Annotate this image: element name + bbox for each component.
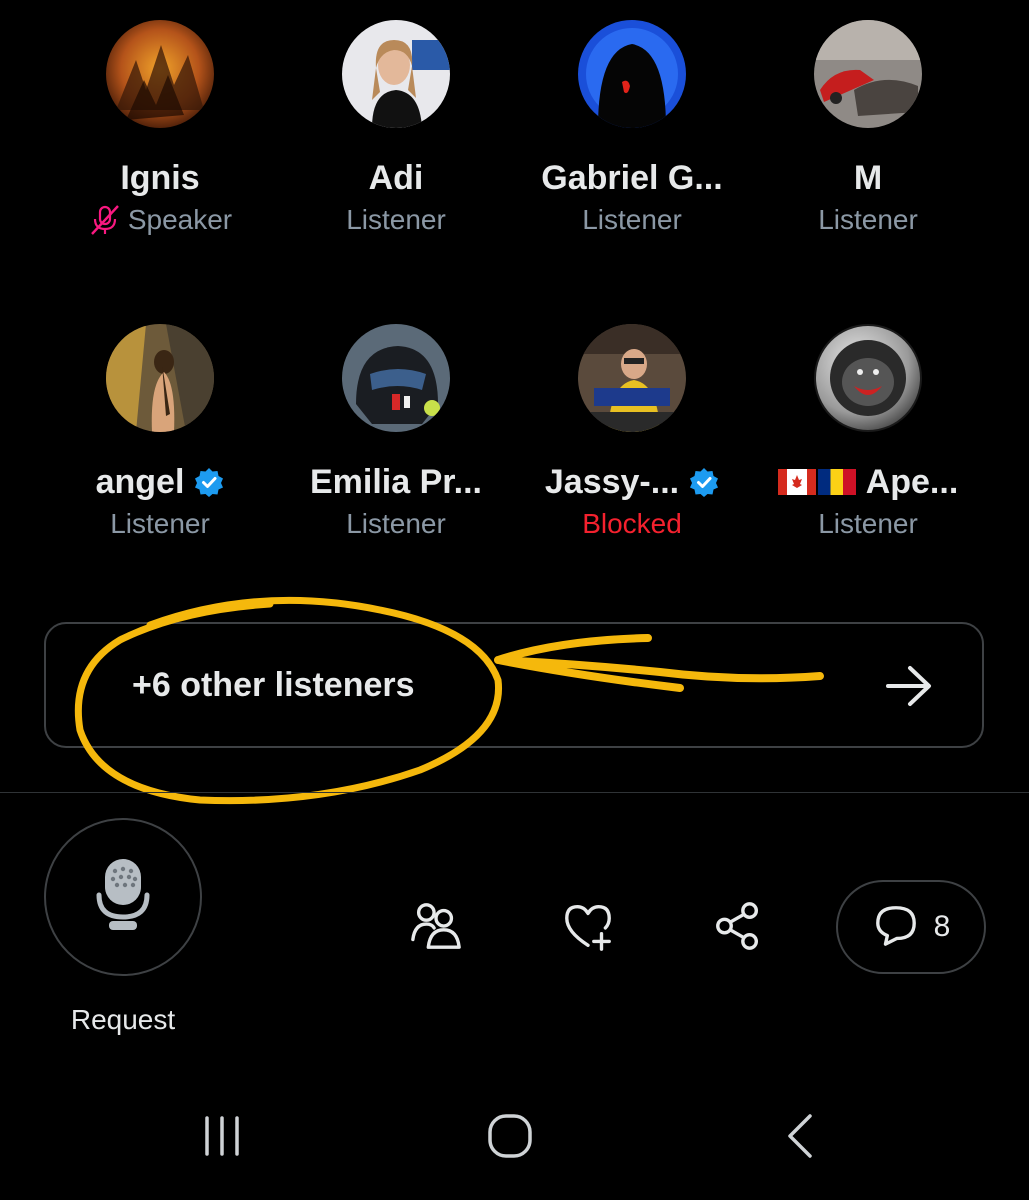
avatar[interactable] bbox=[814, 324, 922, 432]
avatar-image bbox=[342, 324, 450, 432]
participant-adi[interactable]: Adi Listener bbox=[278, 20, 514, 238]
verified-badge-icon bbox=[194, 467, 224, 497]
avatar-image bbox=[578, 20, 686, 128]
verified-badge-icon bbox=[689, 467, 719, 497]
participant-name: Adi bbox=[368, 158, 424, 197]
avatar-image bbox=[342, 20, 450, 128]
recents-icon bbox=[199, 1114, 245, 1163]
participant-name: Jassy-... bbox=[514, 462, 750, 502]
chat-count: 8 bbox=[933, 910, 951, 943]
canada-flag-icon bbox=[777, 469, 816, 495]
avatar-image bbox=[106, 324, 214, 432]
participant-role-blocked: Blocked bbox=[582, 508, 682, 539]
avatar-image bbox=[814, 20, 922, 128]
participant-name: Emilia Pr... bbox=[310, 462, 482, 501]
other-listeners-label: +6 other listeners bbox=[132, 666, 415, 704]
participant-angel[interactable]: angel Listener bbox=[42, 324, 278, 542]
participant-ape[interactable]: Ape... Listener bbox=[750, 324, 986, 542]
participant-gabriel[interactable]: Gabriel G... Listener bbox=[514, 20, 750, 238]
participant-role: Speaker bbox=[42, 202, 278, 238]
participant-name: Ape... bbox=[750, 462, 986, 502]
avatar[interactable] bbox=[814, 20, 922, 128]
participant-role: Listener bbox=[582, 204, 682, 235]
chat-bubble-icon bbox=[872, 902, 920, 953]
participant-emilia[interactable]: Emilia Pr... Listener bbox=[278, 324, 514, 542]
request-mic-button[interactable] bbox=[44, 818, 202, 976]
divider bbox=[0, 792, 1029, 793]
people-icon bbox=[407, 899, 465, 958]
muted-mic-icon bbox=[88, 203, 122, 237]
avatar[interactable] bbox=[106, 20, 214, 128]
participant-m[interactable]: M Listener bbox=[750, 20, 986, 238]
chat-button[interactable]: 8 bbox=[836, 880, 986, 974]
avatar-image bbox=[578, 324, 686, 432]
participant-name: Gabriel G... bbox=[541, 158, 723, 197]
avatar[interactable] bbox=[106, 324, 214, 432]
participant-role: Listener bbox=[818, 204, 918, 235]
avatar-image bbox=[106, 20, 214, 128]
participant-name: angel bbox=[42, 462, 278, 502]
microphone-icon bbox=[93, 855, 153, 940]
avatar-image bbox=[814, 324, 922, 432]
back-nav-button[interactable] bbox=[770, 1110, 830, 1166]
recents-nav-button[interactable] bbox=[192, 1110, 252, 1166]
avatar[interactable] bbox=[578, 20, 686, 128]
participant-role: Listener bbox=[346, 204, 446, 235]
avatar[interactable] bbox=[342, 20, 450, 128]
participant-name: Ignis bbox=[120, 158, 200, 197]
participant-role: Listener bbox=[346, 508, 446, 539]
home-icon bbox=[486, 1112, 534, 1165]
participant-name: M bbox=[853, 158, 883, 197]
participant-role: Listener bbox=[818, 508, 918, 539]
participant-role: Listener bbox=[110, 508, 210, 539]
participant-jassy[interactable]: Jassy-... Blocked bbox=[514, 324, 750, 542]
flags bbox=[777, 469, 856, 495]
other-listeners-button[interactable]: +6 other listeners bbox=[44, 622, 984, 748]
avatar[interactable] bbox=[578, 324, 686, 432]
home-nav-button[interactable] bbox=[480, 1110, 540, 1166]
share-icon bbox=[711, 899, 765, 958]
arrow-right-icon bbox=[884, 664, 934, 708]
back-icon bbox=[780, 1112, 820, 1165]
request-label: Request bbox=[70, 1004, 176, 1035]
heart-plus-icon bbox=[559, 899, 617, 958]
like-button[interactable] bbox=[558, 898, 618, 958]
avatar[interactable] bbox=[342, 324, 450, 432]
romania-flag-icon bbox=[817, 469, 856, 495]
share-button[interactable] bbox=[708, 898, 768, 958]
people-button[interactable] bbox=[406, 898, 466, 958]
participant-ignis[interactable]: Ignis Speaker bbox=[42, 20, 278, 238]
